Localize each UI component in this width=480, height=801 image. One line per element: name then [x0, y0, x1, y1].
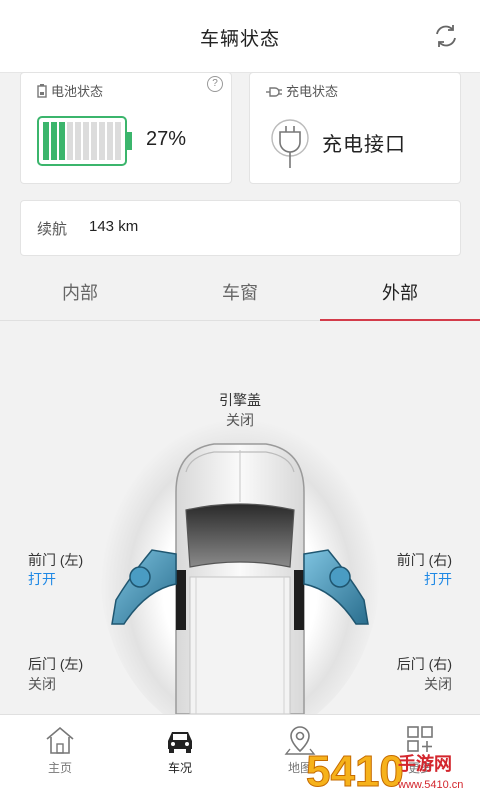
battery-bar-filled: [43, 122, 49, 160]
charging-card-header: 充电状态: [266, 81, 338, 100]
battery-bar-empty: [67, 122, 73, 160]
rear-left-door-label: 后门 (左): [28, 656, 84, 672]
watermark-domain: www.5410.cn: [397, 779, 463, 791]
home-icon: [46, 726, 74, 754]
range-value: 143 km: [89, 218, 139, 235]
tab-exterior[interactable]: 外部: [320, 268, 480, 318]
front-left-door-label: 前门 (左): [28, 552, 84, 568]
nav-home[interactable]: 主页: [0, 715, 120, 801]
battery-small-icon: [37, 84, 47, 98]
hood-state: 关闭: [226, 412, 254, 428]
status-tabs: 内部 车窗 外部: [0, 268, 480, 321]
plug-small-icon: [266, 87, 282, 97]
nav-vehicle-status[interactable]: 车况: [120, 715, 240, 801]
active-tab-indicator: [320, 319, 480, 321]
charging-port-icon: [271, 119, 309, 168]
battery-bar-filled: [51, 122, 57, 160]
battery-percentage: 27%: [146, 128, 187, 150]
nav-vehicle-status-label: 车况: [167, 761, 192, 775]
tab-interior[interactable]: 内部: [0, 268, 160, 318]
rear-left-door-state: 关闭: [28, 676, 56, 692]
range-card: 续航 143 km: [20, 200, 461, 256]
charging-card: 充电状态 充电接口: [249, 72, 461, 184]
charging-status: 充电接口: [322, 134, 406, 156]
front-right-door-state: 打开: [424, 571, 452, 587]
battery-bar-empty: [75, 122, 81, 160]
rear-right-door-state: 关闭: [424, 676, 452, 692]
battery-bar-filled: [59, 122, 65, 160]
battery-bar-empty: [107, 122, 113, 160]
battery-gauge-icon: [37, 116, 132, 166]
watermark-number: 5410: [306, 747, 404, 796]
battery-card-header: 电池状态: [37, 81, 103, 100]
tab-windows[interactable]: 车窗: [160, 268, 320, 318]
nav-home-label: 主页: [47, 761, 72, 775]
rear-right-door-label: 后门 (右): [396, 656, 452, 672]
app-header: 车辆状态: [0, 0, 480, 73]
watermark-logo: 5410 手游网 www.5410.cn: [306, 747, 463, 797]
refresh-icon[interactable]: [432, 22, 460, 50]
battery-bar-empty: [115, 122, 121, 160]
range-label: 续航: [37, 221, 68, 238]
battery-bar-empty: [91, 122, 97, 160]
page-title: 车辆状态: [199, 29, 280, 50]
battery-bar-empty: [83, 122, 89, 160]
car-icon: [168, 732, 192, 753]
battery-card-title: 电池状态: [51, 84, 104, 99]
front-right-door-label: 前门 (右): [396, 552, 452, 568]
charging-card-title: 充电状态: [286, 84, 339, 99]
battery-bar-empty: [99, 122, 105, 160]
vehicle-view: 引擎盖 关闭 前门 (左) 打开 前门 (右) 打开 后门 (左) 关闭 后门 …: [0, 322, 480, 714]
front-left-door-state: 打开: [28, 571, 56, 587]
watermark-text: 手游网: [398, 753, 452, 775]
help-icon[interactable]: ?: [207, 76, 223, 92]
hood-label: 引擎盖: [219, 392, 261, 408]
battery-card: 电池状态 ? 27%: [20, 72, 232, 184]
